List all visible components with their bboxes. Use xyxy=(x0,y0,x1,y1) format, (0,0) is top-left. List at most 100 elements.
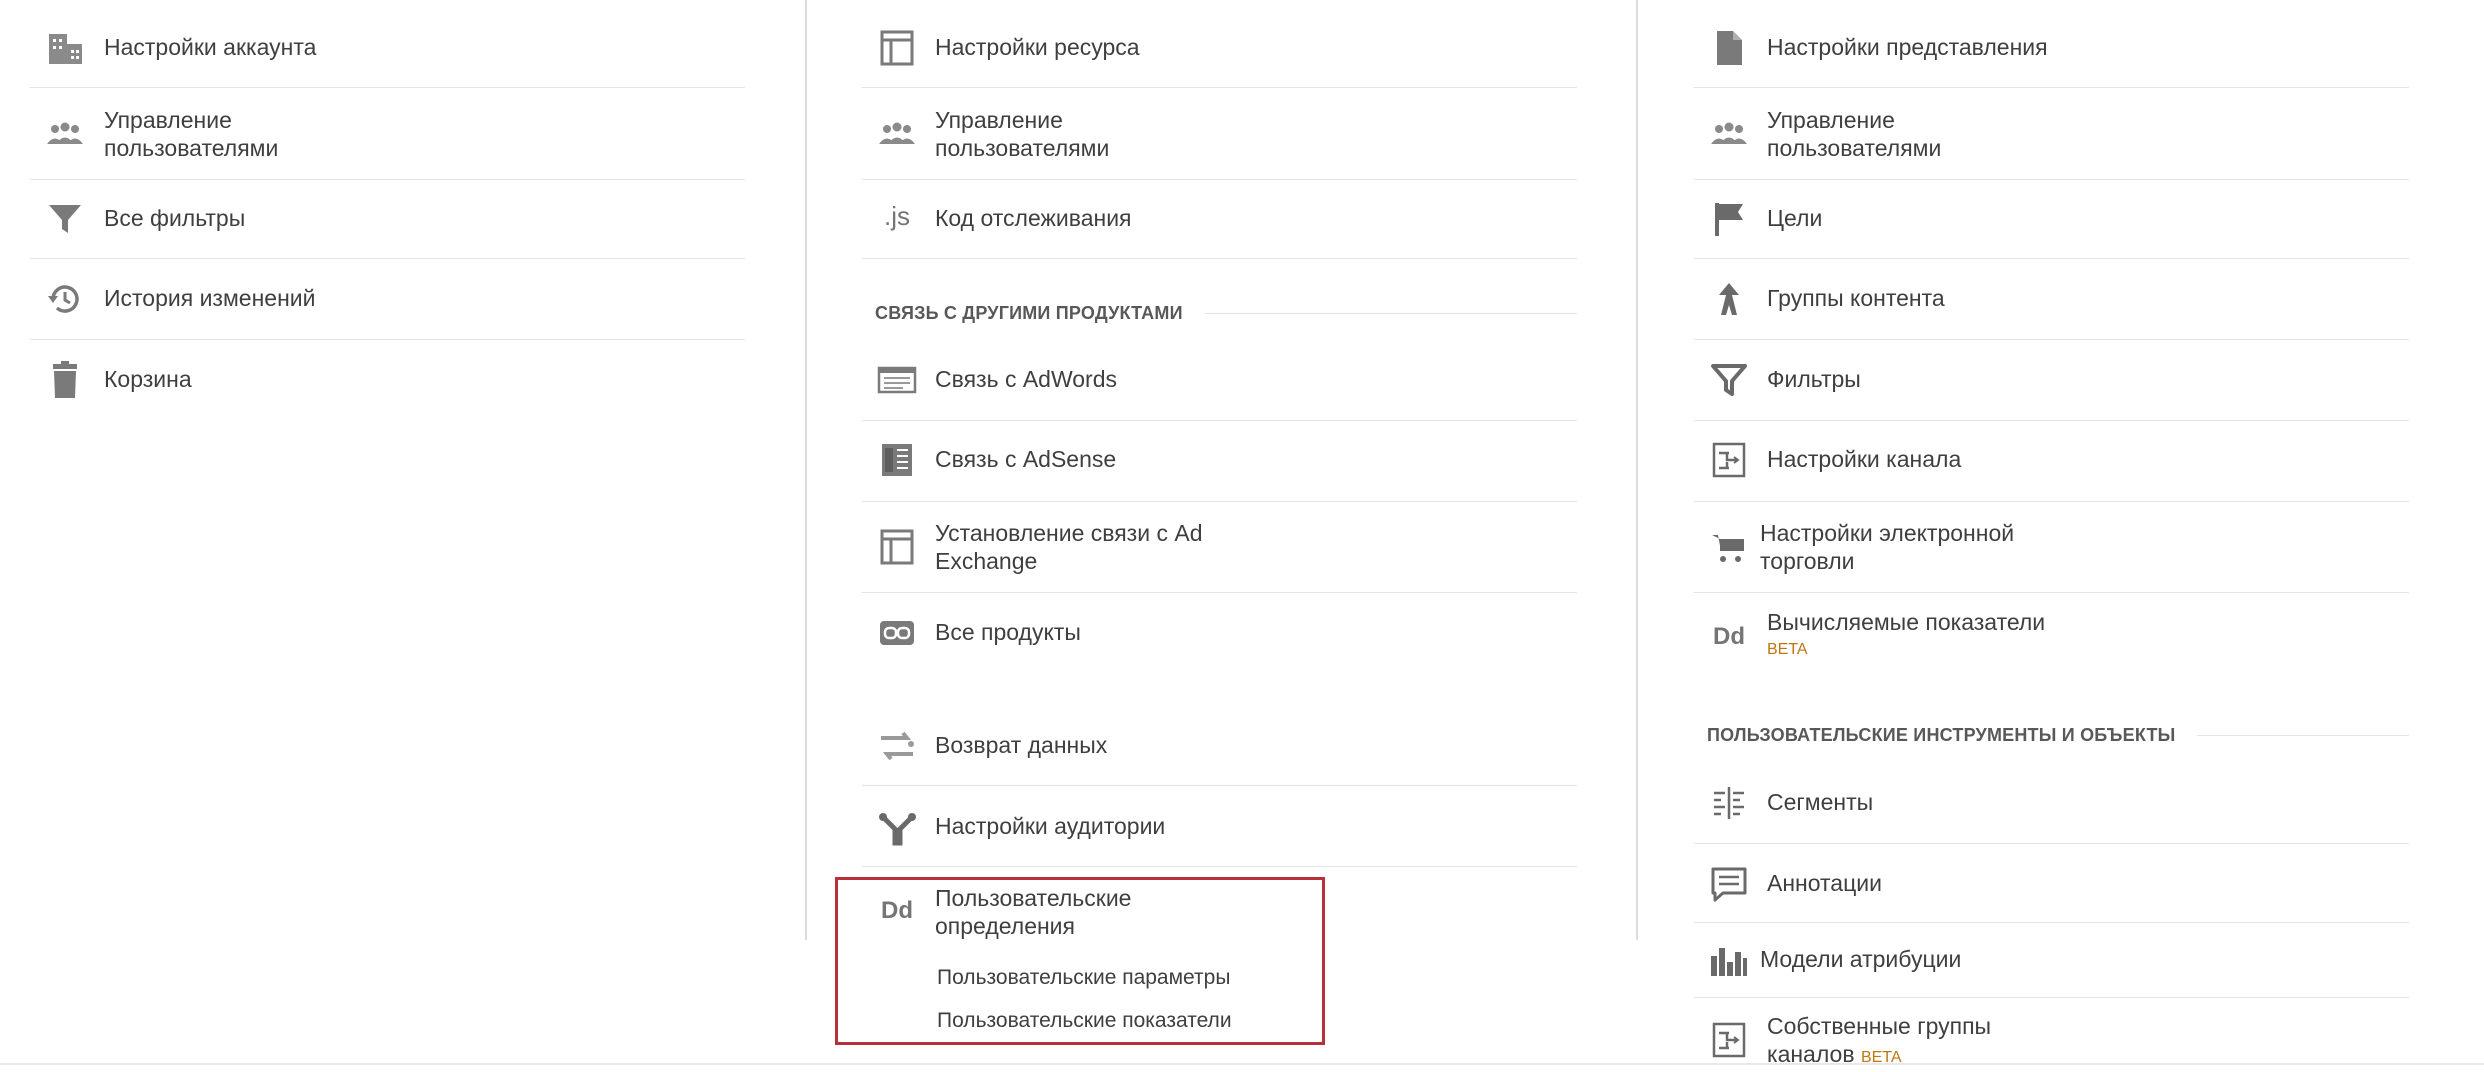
filter-icon xyxy=(1709,360,1749,400)
account-user-management-link[interactable]: Управление пользователями xyxy=(30,102,745,164)
audience-settings-link[interactable]: Настройки аудитории xyxy=(862,804,1577,850)
ad-exchange-linking-link[interactable]: Установление связи с Ad Exchange xyxy=(862,515,1577,577)
section-rule xyxy=(2197,734,2409,736)
segments-link[interactable]: Сегменты xyxy=(1694,780,2409,826)
data-import-label: Возврат данных xyxy=(935,732,1108,758)
view-user-management-link[interactable]: Управление пользователями xyxy=(1694,102,2409,164)
change-history-label: История изменений xyxy=(104,285,316,311)
separator xyxy=(1694,592,2409,593)
linking-section-header: СВЯЗЬ С ДРУГИМИ ПРОДУКТАМИ xyxy=(875,300,1577,326)
adwords-linking-link[interactable]: Связь с AdWords xyxy=(862,357,1577,403)
all-products-label: Все продукты xyxy=(935,619,1081,645)
annotations-label: Аннотации xyxy=(1767,870,1882,896)
custom-definitions-link[interactable]: Dd Пользовательские определения xyxy=(862,880,1302,940)
goals-link[interactable]: Цели xyxy=(1694,196,2409,242)
segments-label: Сегменты xyxy=(1767,789,1874,815)
account-settings-label: Настройки аккаунта xyxy=(104,34,317,60)
adwords-icon xyxy=(877,360,917,400)
data-import-link[interactable]: Возврат данных xyxy=(862,723,1577,769)
segments-icon xyxy=(1709,783,1749,823)
audience-settings-label: Настройки аудитории xyxy=(935,813,1166,839)
ecommerce-settings-link[interactable]: Настройки электронной торговли xyxy=(1694,515,2409,577)
property-settings-icon xyxy=(877,28,917,68)
separator xyxy=(862,87,1577,88)
view-filters-link[interactable]: Фильтры xyxy=(1694,357,2409,403)
beta-badge: BETA xyxy=(1860,1049,1902,1066)
property-user-management-link[interactable]: Управление пользователями xyxy=(862,102,1577,164)
data-import-icon xyxy=(877,726,917,766)
content-grouping-link[interactable]: Группы контента xyxy=(1694,276,2409,322)
all-filters-label: Все фильтры xyxy=(104,205,246,231)
all-filters-link[interactable]: Все фильтры xyxy=(30,196,745,242)
separator xyxy=(1694,258,2409,259)
custom-definitions-label: Пользовательские определения xyxy=(935,885,1132,939)
attribution-models-icon xyxy=(1709,940,1749,980)
link-icon xyxy=(877,613,917,653)
section-rule xyxy=(1204,312,1577,314)
separator xyxy=(1694,501,2409,502)
attribution-models-link[interactable]: Модели атрибуции xyxy=(1694,937,2409,983)
calculated-metrics-icon: Dd xyxy=(1713,623,1745,650)
view-settings-link[interactable]: Настройки представления xyxy=(1694,25,2409,71)
tools-section-title: ПОЛЬЗОВАТЕЛЬСКИЕ ИНСТРУМЕНТЫ И ОБЪЕКТЫ xyxy=(1707,724,2176,745)
adsense-icon xyxy=(877,440,917,480)
column-divider-right xyxy=(1636,0,1638,940)
separator xyxy=(862,785,1577,786)
account-user-management-label: Управление пользователями xyxy=(104,107,279,161)
separator xyxy=(30,258,745,259)
audience-icon xyxy=(877,807,917,847)
channel-settings-label: Настройки канала xyxy=(1767,446,1962,472)
separator xyxy=(862,501,1577,502)
users-icon xyxy=(45,114,85,154)
tracking-code-label: Код отслеживания xyxy=(935,205,1132,231)
channel-settings-link[interactable]: Настройки канала xyxy=(1694,437,2409,483)
trash-link[interactable]: Корзина xyxy=(30,357,745,403)
adsense-linking-label: Связь с AdSense xyxy=(935,446,1117,472)
users-icon xyxy=(1709,114,1749,154)
separator xyxy=(862,258,1577,259)
change-history-link[interactable]: История изменений xyxy=(30,276,745,322)
property-settings-link[interactable]: Настройки ресурса xyxy=(862,25,1577,71)
tracking-code-link[interactable]: .js Код отслеживания xyxy=(862,196,1577,242)
custom-channel-groupings-icon xyxy=(1709,1020,1749,1060)
ecommerce-settings-label: Настройки электронной торговли xyxy=(1760,520,2015,574)
view-settings-label: Настройки представления xyxy=(1767,34,2048,60)
view-filters-label: Фильтры xyxy=(1767,366,1861,392)
separator xyxy=(30,179,745,180)
ad-exchange-icon xyxy=(877,527,917,567)
content-grouping-label: Группы контента xyxy=(1767,285,1945,311)
building-icon xyxy=(45,28,85,68)
custom-metrics-link[interactable]: Пользовательские показатели xyxy=(937,1008,1232,1034)
all-products-link[interactable]: Все продукты xyxy=(862,610,1577,656)
custom-dimensions-link[interactable]: Пользовательские параметры xyxy=(937,965,1230,991)
separator xyxy=(1694,420,2409,421)
separator xyxy=(30,339,745,340)
trash-icon xyxy=(45,360,85,400)
cart-icon xyxy=(1709,527,1749,567)
separator xyxy=(1694,179,2409,180)
goals-label: Цели xyxy=(1767,205,1823,231)
annotations-link[interactable]: Аннотации xyxy=(1694,861,2409,907)
property-settings-label: Настройки ресурса xyxy=(935,34,1140,60)
separator xyxy=(862,866,1577,867)
linking-section-title: СВЯЗЬ С ДРУГИМИ ПРОДУКТАМИ xyxy=(875,302,1183,323)
separator xyxy=(30,87,745,88)
separator xyxy=(1694,339,2409,340)
ad-exchange-linking-label: Установление связи с Ad Exchange xyxy=(935,520,1203,574)
document-icon xyxy=(1709,28,1749,68)
separator xyxy=(1694,843,2409,844)
separator xyxy=(1694,997,2409,998)
separator xyxy=(862,592,1577,593)
content-grouping-icon xyxy=(1709,279,1749,319)
adsense-linking-link[interactable]: Связь с AdSense xyxy=(862,437,1577,483)
flag-icon xyxy=(1709,199,1749,239)
channel-settings-icon xyxy=(1709,440,1749,480)
separator xyxy=(862,420,1577,421)
calculated-metrics-link[interactable]: Dd Вычисляемые показатели BETA xyxy=(1694,605,2409,665)
custom-channel-groupings-label: Собственные группы каналов BETA xyxy=(1767,1012,2027,1072)
beta-badge: BETA xyxy=(1767,641,1808,658)
history-icon xyxy=(45,279,85,319)
custom-channel-groupings-link[interactable]: Собственные группы каналов BETA xyxy=(1694,1010,2409,1067)
column-divider-left xyxy=(805,0,807,940)
account-settings-link[interactable]: Настройки аккаунта xyxy=(30,25,745,71)
